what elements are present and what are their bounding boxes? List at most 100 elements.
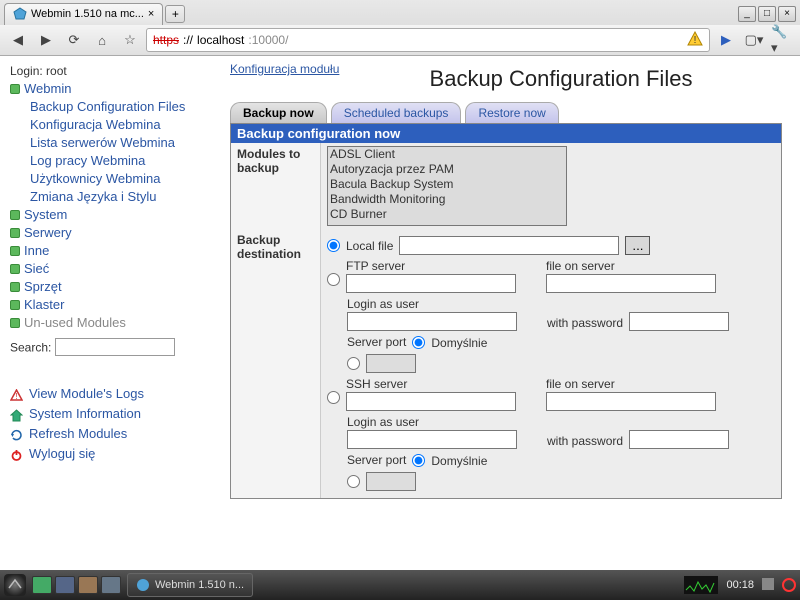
page-menu-button[interactable]: ▢▾ <box>742 29 766 51</box>
reload-button[interactable]: ⟳ <box>62 29 86 51</box>
ssh-file-input[interactable] <box>546 392 716 411</box>
close-tab-icon[interactable]: × <box>148 8 154 20</box>
launcher-icon[interactable] <box>101 576 121 594</box>
sidebar-item-backup-config[interactable]: Backup Configuration Files <box>30 99 185 114</box>
ssh-port-default-radio[interactable] <box>412 454 425 467</box>
browser-tab[interactable]: Webmin 1.510 na mc... × <box>4 3 163 25</box>
main-content: Konfiguracja modułu Backup Configuration… <box>222 56 800 571</box>
search-input[interactable] <box>55 338 175 356</box>
launcher-icon[interactable] <box>78 576 98 594</box>
logout-link[interactable]: Wyloguj się <box>29 444 95 464</box>
module-option[interactable]: Bacula Backup System <box>328 177 566 192</box>
tray-icon[interactable] <box>762 578 774 593</box>
tab-scheduled-backups[interactable]: Scheduled backups <box>331 102 462 123</box>
sidebar-item-users[interactable]: Użytkownicy Webmina <box>30 171 161 186</box>
ftp-port-default-radio[interactable] <box>412 336 425 349</box>
system-tray: 00:18 <box>684 576 796 594</box>
svg-text:!: ! <box>15 392 17 401</box>
taskbar: Webmin 1.510 n... 00:18 <box>0 570 800 600</box>
tab-restore-now[interactable]: Restore now <box>465 102 558 123</box>
browse-button[interactable]: ... <box>625 236 650 255</box>
category-icon <box>10 84 20 94</box>
sidebar-cat-webmin[interactable]: Webmin <box>24 80 71 98</box>
sidebar-cat-unused[interactable]: Un-used Modules <box>24 314 126 332</box>
launcher-icon[interactable] <box>32 576 52 594</box>
ssh-login-label: Login as user <box>347 415 547 429</box>
url-port: :10000/ <box>248 33 288 47</box>
category-icon <box>10 246 20 256</box>
bookmark-button[interactable]: ☆ <box>118 29 142 51</box>
new-tab-button[interactable]: + <box>165 5 185 23</box>
home-icon <box>10 408 23 421</box>
ssh-file-label: file on server <box>546 377 746 391</box>
go-button[interactable]: ▶ <box>714 29 738 51</box>
ftp-file-input[interactable] <box>546 274 716 293</box>
destination-label: Backup destination <box>231 229 321 498</box>
forward-button[interactable]: ▶ <box>34 29 58 51</box>
view-module-logs-link[interactable]: View Module's Logs <box>29 384 144 404</box>
quick-launch <box>32 576 121 594</box>
svg-text:!: ! <box>694 35 697 46</box>
ssh-port-label: Server port <box>347 453 406 467</box>
category-icon <box>10 228 20 238</box>
ssh-login-input[interactable] <box>347 430 517 449</box>
ftp-password-input[interactable] <box>629 312 729 331</box>
ftp-port-custom-radio[interactable] <box>347 357 360 370</box>
minimize-button[interactable]: _ <box>738 6 756 22</box>
ftp-radio[interactable] <box>327 273 340 286</box>
launcher-icon[interactable] <box>55 576 75 594</box>
maximize-button[interactable]: □ <box>758 6 776 22</box>
ssh-server-label: SSH server <box>346 377 546 391</box>
ssh-password-input[interactable] <box>629 430 729 449</box>
tools-button[interactable]: 🔧▾ <box>770 29 794 51</box>
url-bar[interactable]: https://localhost:10000/ ! <box>146 28 710 52</box>
cpu-graph-icon <box>684 576 718 594</box>
ftp-port-input[interactable] <box>366 354 416 373</box>
ssh-password-label: with password <box>547 434 623 448</box>
url-sep: :// <box>183 33 193 47</box>
sidebar-cat-system[interactable]: System <box>24 206 67 224</box>
sidebar-cat-other[interactable]: Inne <box>24 242 49 260</box>
sidebar-item-lang-style[interactable]: Zmiana Języka i Stylu <box>30 189 156 204</box>
module-option[interactable]: Autoryzacja przez PAM <box>328 162 566 177</box>
backup-panel: Backup configuration now Modules to back… <box>230 123 782 499</box>
module-option[interactable]: ADSL Client <box>328 147 566 162</box>
sidebar-cat-hardware[interactable]: Sprzęt <box>24 278 62 296</box>
sidebar-item-log[interactable]: Log pracy Webmina <box>30 153 145 168</box>
back-button[interactable]: ◀ <box>6 29 30 51</box>
ftp-server-input[interactable] <box>346 274 516 293</box>
home-button[interactable]: ⌂ <box>90 29 114 51</box>
local-file-input[interactable] <box>399 236 619 255</box>
sidebar-cat-cluster[interactable]: Klaster <box>24 296 64 314</box>
category-icon <box>10 210 20 220</box>
ssh-port-custom-radio[interactable] <box>347 475 360 488</box>
taskbar-item[interactable]: Webmin 1.510 n... <box>127 573 253 597</box>
ssh-port-input[interactable] <box>366 472 416 491</box>
tab-backup-now[interactable]: Backup now <box>230 102 327 123</box>
module-option[interactable]: CD Burner <box>328 207 566 222</box>
module-option[interactable]: Bandwidth Monitoring <box>328 192 566 207</box>
ftp-login-label: Login as user <box>347 297 547 311</box>
refresh-modules-link[interactable]: Refresh Modules <box>29 424 127 444</box>
ftp-login-input[interactable] <box>347 312 517 331</box>
sidebar-item-config-webmin[interactable]: Konfiguracja Webmina <box>30 117 161 132</box>
sidebar-item-server-list[interactable]: Lista serwerów Webmina <box>30 135 175 150</box>
warning-icon: ! <box>687 31 703 50</box>
ftp-port-label: Server port <box>347 335 406 349</box>
ssh-server-input[interactable] <box>346 392 516 411</box>
close-window-button[interactable]: × <box>778 6 796 22</box>
local-file-radio[interactable] <box>327 239 340 252</box>
sidebar-cat-network[interactable]: Sieć <box>24 260 49 278</box>
system-information-link[interactable]: System Information <box>29 404 141 424</box>
search-label: Search: <box>10 341 51 355</box>
modules-listbox[interactable]: ADSL Client Autoryzacja przez PAM Bacula… <box>327 146 567 226</box>
category-icon <box>10 264 20 274</box>
page-body: Login: root Webmin Backup Configuration … <box>0 56 800 571</box>
ssh-radio[interactable] <box>327 391 340 404</box>
module-config-link[interactable]: Konfiguracja modułu <box>230 62 340 92</box>
power-icon[interactable] <box>782 578 796 592</box>
start-button[interactable] <box>4 574 26 596</box>
sidebar-cat-servers[interactable]: Serwery <box>24 224 72 242</box>
ssh-port-default-label: Domyślnie <box>431 454 487 468</box>
taskbar-item-label: Webmin 1.510 n... <box>155 579 244 591</box>
